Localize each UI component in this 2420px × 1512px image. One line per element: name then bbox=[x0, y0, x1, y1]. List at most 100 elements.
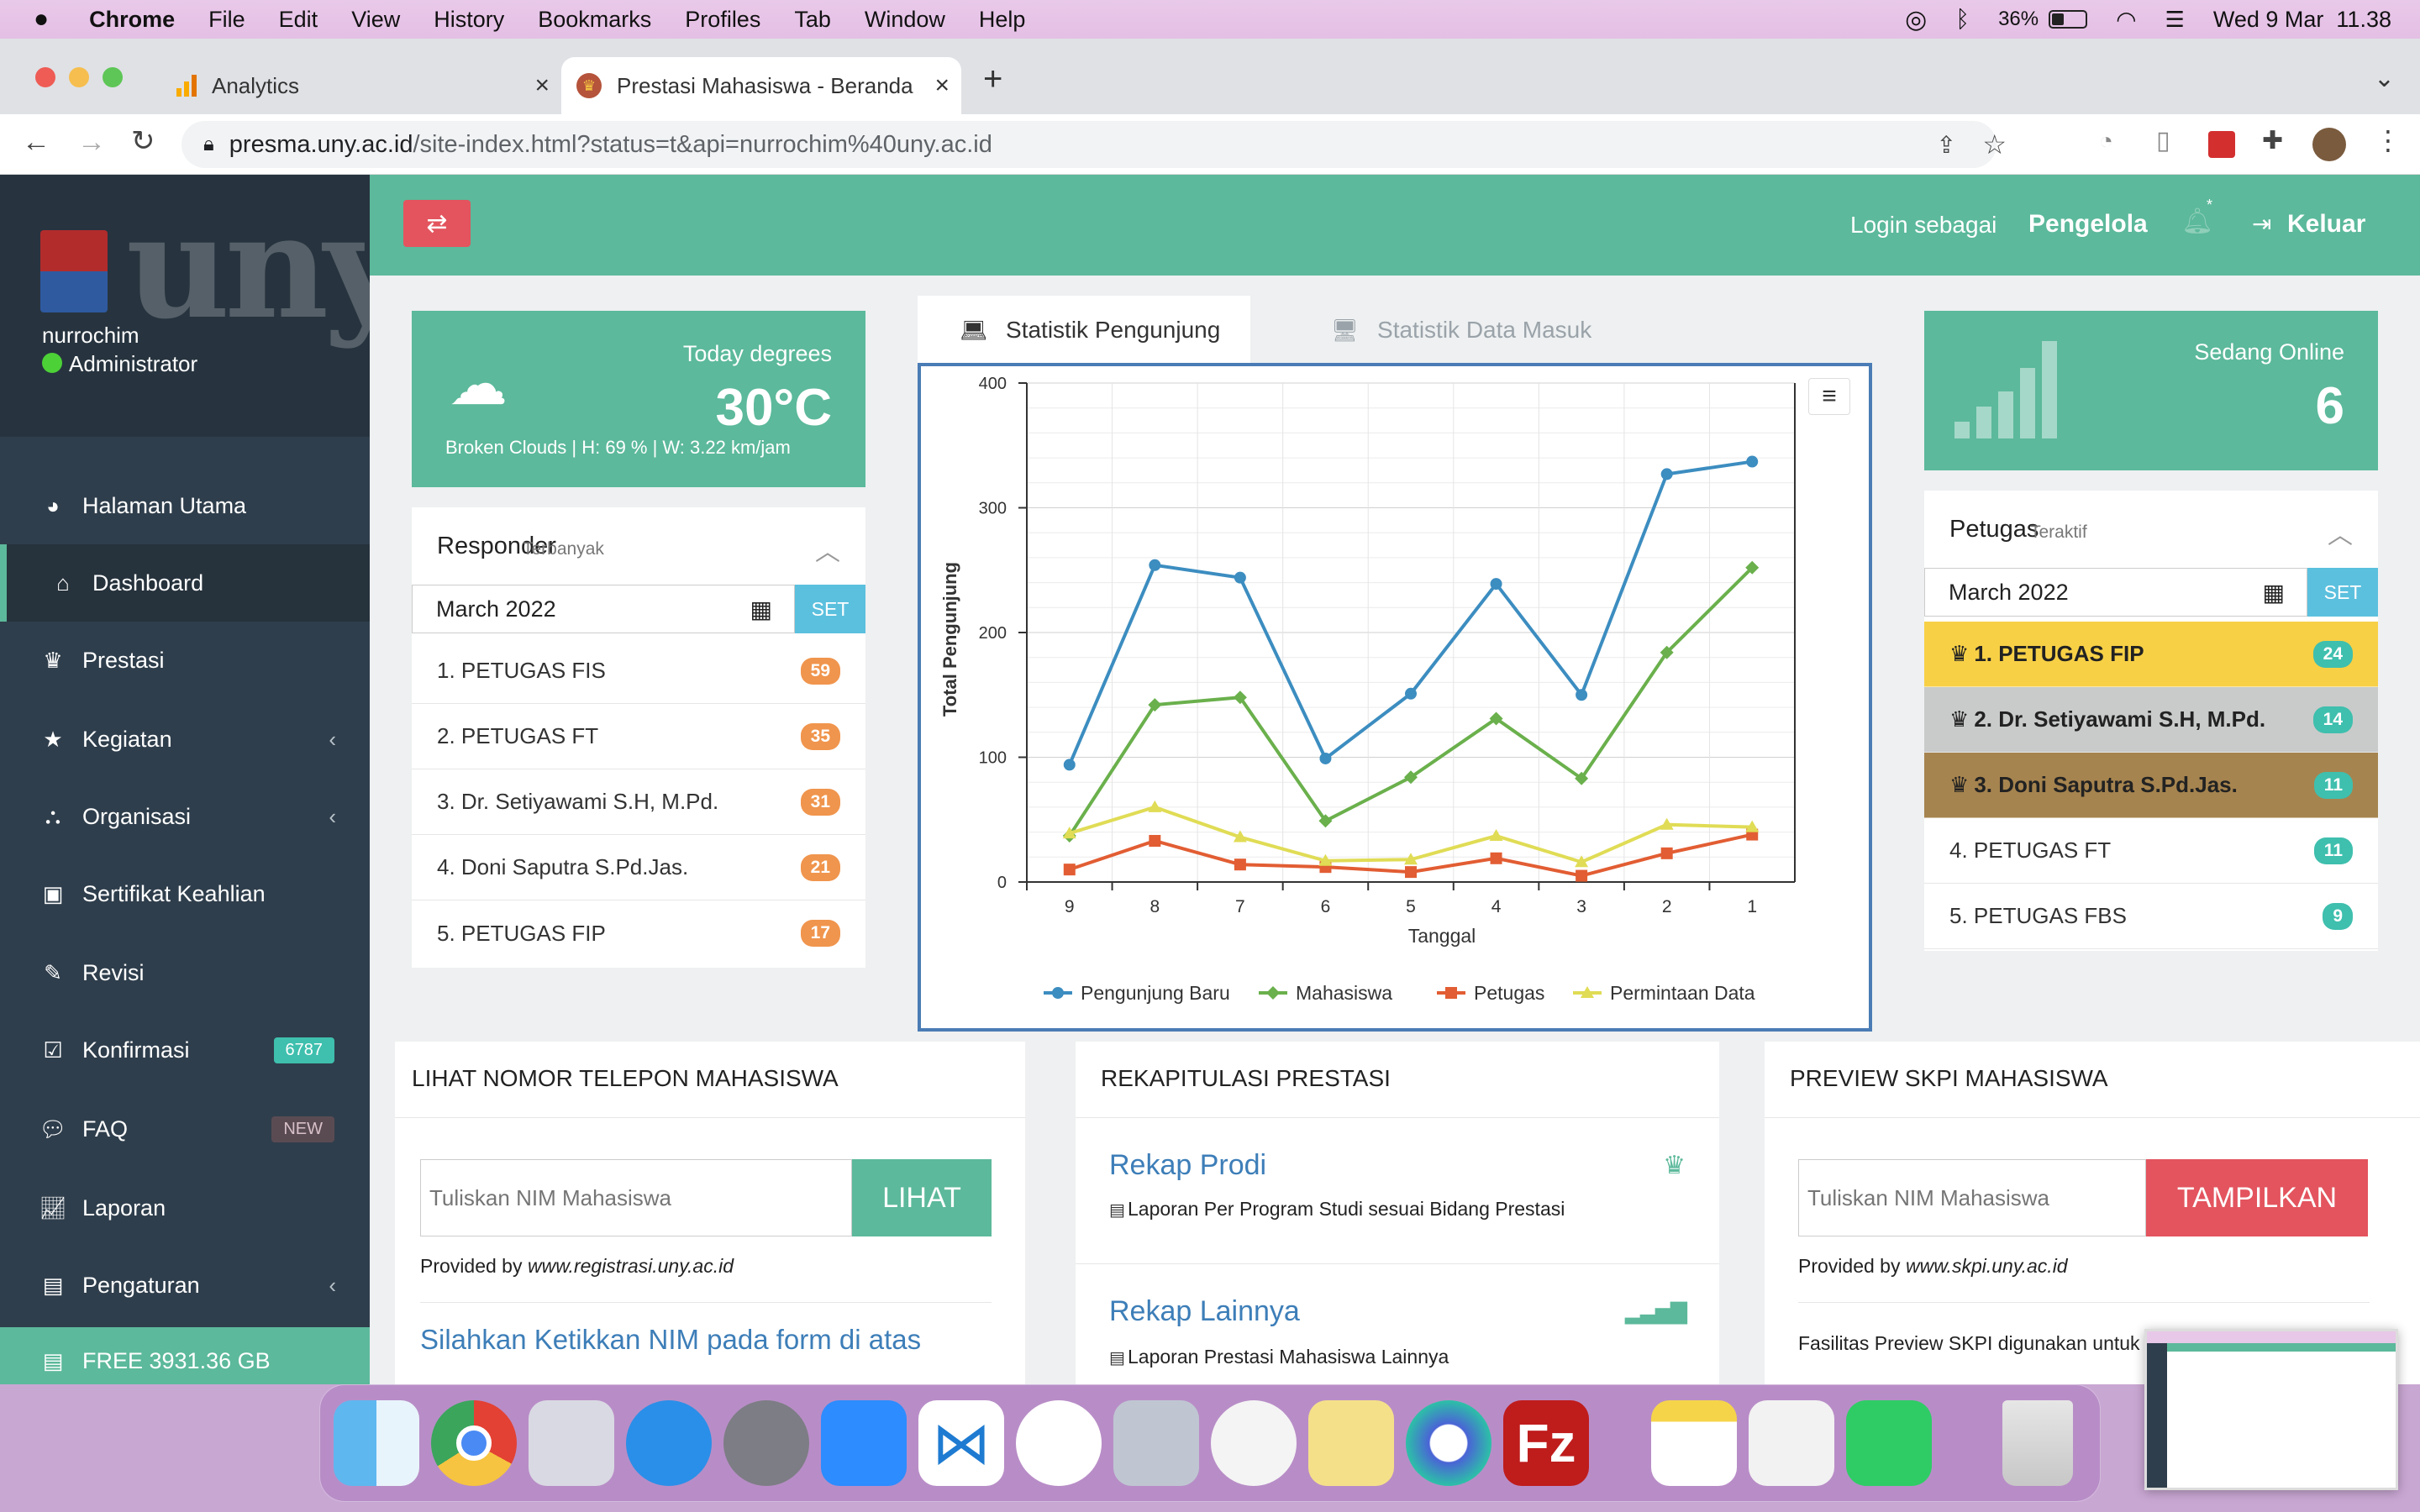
nim-telepon-input[interactable] bbox=[420, 1159, 852, 1236]
battery-icon[interactable] bbox=[2049, 10, 2088, 29]
legend-item[interactable]: Pengunjung Baru bbox=[1044, 982, 1230, 1004]
webcam-icon[interactable] bbox=[1211, 1400, 1297, 1486]
list-item[interactable]: ♛ 3. Doni Saputra S.Pd.Jas. 11 bbox=[1924, 753, 2378, 818]
data-point[interactable] bbox=[1660, 468, 1673, 480]
stickies-icon[interactable] bbox=[1308, 1400, 1394, 1486]
month-picker-input[interactable]: March 2022 ▦ bbox=[412, 585, 795, 633]
sidebar-item-laporan[interactable]: 📈︎ Laporan bbox=[0, 1169, 370, 1247]
month-picker-input[interactable]: March 2022 ▦ bbox=[1924, 568, 2307, 617]
data-point[interactable] bbox=[1660, 847, 1673, 859]
sidebar-toggle-button[interactable]: ⇄ bbox=[403, 200, 471, 247]
legend-item[interactable]: Mahasiswa bbox=[1259, 982, 1392, 1004]
whatsapp-icon[interactable] bbox=[1846, 1400, 1932, 1486]
tab-close-icon[interactable]: × bbox=[534, 71, 550, 100]
user-role-link[interactable]: Pengelola bbox=[2028, 210, 2148, 239]
control-center-icon[interactable]: ☰ bbox=[2165, 7, 2185, 33]
finder-icon[interactable] bbox=[334, 1400, 419, 1486]
window-close-button[interactable] bbox=[35, 67, 55, 87]
window-minimize-button[interactable] bbox=[69, 67, 89, 87]
safari-icon[interactable] bbox=[626, 1400, 712, 1486]
tab-prestasi[interactable]: ♛ Prestasi Mahasiswa - Beranda × bbox=[561, 57, 961, 114]
sidebar-item-organisasi[interactable]: ⛬ Organisasi ‹ bbox=[0, 778, 370, 855]
data-point[interactable] bbox=[1489, 829, 1503, 842]
vscode-icon[interactable]: ⋈ bbox=[918, 1400, 1004, 1486]
data-point[interactable] bbox=[1149, 559, 1161, 571]
address-bar[interactable]: 🔒︎ presma.uny.ac.id/site-index.html?stat… bbox=[182, 121, 2007, 168]
set-month-button[interactable]: SET bbox=[2307, 568, 2378, 617]
rekap-lainnya-link[interactable]: Rekap Lainnya bbox=[1109, 1295, 1300, 1328]
legend-item[interactable]: Petugas bbox=[1437, 982, 1544, 1004]
tab-statistik-pengunjung[interactable]: 💻︎ Statistik Pengunjung bbox=[918, 296, 1250, 365]
extension-red-icon[interactable] bbox=[2208, 131, 2235, 158]
creative-cloud-icon[interactable]: ◎ bbox=[1905, 5, 1927, 34]
list-item[interactable]: 1. PETUGAS FIS 59 bbox=[412, 638, 865, 704]
window-maximize-button[interactable] bbox=[103, 67, 123, 87]
sidebar-item-prestasi[interactable]: ♛ Prestasi bbox=[0, 622, 370, 699]
collapse-chevron-icon[interactable]: ︿ bbox=[815, 531, 840, 568]
extension-spy-icon[interactable]: ◔ bbox=[2099, 128, 2113, 155]
list-item[interactable]: 5. PETUGAS FIP 17 bbox=[412, 900, 865, 966]
sidebar-item-konfirmasi[interactable]: ☑ Konfirmasi 6787 bbox=[0, 1011, 370, 1089]
data-point[interactable] bbox=[1149, 834, 1161, 847]
xcode-instruments-icon[interactable] bbox=[1016, 1400, 1102, 1486]
data-point[interactable] bbox=[1746, 455, 1759, 468]
list-item[interactable]: 5. PETUGAS FBS 9 bbox=[1924, 884, 2378, 949]
bookmark-star-icon[interactable]: ☆ bbox=[1982, 129, 2007, 160]
list-item[interactable]: 4. Doni Saputra S.Pd.Jas. 21 bbox=[412, 835, 865, 900]
menu-app-name[interactable]: Chrome bbox=[89, 7, 175, 33]
data-point[interactable] bbox=[1490, 852, 1502, 864]
menu-file[interactable]: File bbox=[208, 7, 245, 33]
sidebar-item-faq[interactable]: 💬︎ FAQ NEW bbox=[0, 1090, 370, 1168]
calendar-icon[interactable]: ▦ bbox=[750, 596, 772, 623]
provider-link[interactable]: www.skpi.uny.ac.id bbox=[1906, 1255, 2068, 1278]
bluetooth-icon[interactable]: ᛒ bbox=[1955, 6, 1970, 33]
menu-profiles[interactable]: Profiles bbox=[685, 7, 760, 33]
nim-skpi-input[interactable] bbox=[1798, 1159, 2146, 1236]
tab-search-icon[interactable]: ⌄ bbox=[2374, 64, 2395, 93]
sidebar-item-halaman-utama[interactable]: ◕ Halaman Utama bbox=[0, 467, 370, 544]
apple-icon[interactable]: ● bbox=[34, 5, 49, 34]
tampilkan-button[interactable]: TAMPILKAN bbox=[2146, 1159, 2368, 1236]
data-point[interactable] bbox=[1490, 578, 1502, 591]
menu-edit[interactable]: Edit bbox=[279, 7, 318, 33]
utility-gear-icon[interactable] bbox=[1113, 1400, 1199, 1486]
profile-avatar-icon[interactable] bbox=[2312, 128, 2346, 161]
chrome-icon[interactable] bbox=[431, 1400, 517, 1486]
textedit-icon[interactable] bbox=[1749, 1400, 1834, 1486]
tab-close-icon[interactable]: × bbox=[934, 71, 950, 100]
back-icon[interactable]: ← bbox=[22, 126, 50, 159]
data-point[interactable] bbox=[1405, 687, 1417, 700]
list-item[interactable]: ♛ 2. Dr. Setiyawami S.H, M.Pd. 14 bbox=[1924, 687, 2378, 753]
data-point[interactable] bbox=[1319, 752, 1332, 764]
share-icon[interactable]: ⇪ bbox=[1937, 131, 1956, 159]
data-point[interactable] bbox=[1234, 858, 1246, 871]
sidebar-item-revisi[interactable]: ✎ Revisi bbox=[0, 934, 370, 1011]
notes-icon[interactable] bbox=[1651, 1400, 1737, 1486]
wifi-icon[interactable]: ◠ bbox=[2116, 6, 2136, 34]
menu-view[interactable]: View bbox=[351, 7, 400, 33]
sidebar-item-kegiatan[interactable]: ★ Kegiatan ‹ bbox=[0, 701, 370, 778]
calendar-icon[interactable]: ▦ bbox=[2263, 579, 2285, 606]
tab-analytics[interactable]: Analytics × bbox=[165, 57, 560, 114]
device-icon[interactable]: ▯ bbox=[2156, 126, 2170, 155]
set-month-button[interactable]: SET bbox=[795, 585, 865, 633]
logout-link[interactable]: Keluar bbox=[2287, 210, 2365, 239]
list-item[interactable]: 2. PETUGAS FT 35 bbox=[412, 704, 865, 769]
forward-icon[interactable]: → bbox=[77, 126, 106, 159]
data-point[interactable] bbox=[1148, 800, 1162, 812]
zoom-icon[interactable] bbox=[821, 1400, 907, 1486]
menu-clock[interactable]: Wed 9 Mar 11.38 bbox=[2213, 7, 2391, 33]
rekap-prodi-link[interactable]: Rekap Prodi bbox=[1109, 1149, 1266, 1182]
list-item[interactable]: ♛ 1. PETUGAS FIP 24 bbox=[1924, 622, 2378, 687]
sidebar-item-pengaturan[interactable]: ▤ Pengaturan ‹ bbox=[0, 1247, 370, 1324]
menu-window[interactable]: Window bbox=[865, 7, 945, 33]
avatar[interactable] bbox=[40, 230, 108, 312]
data-point[interactable] bbox=[1576, 689, 1588, 701]
logout-icon[interactable]: ⇥ bbox=[2252, 210, 2271, 238]
trash-icon[interactable] bbox=[2002, 1400, 2073, 1486]
data-point[interactable] bbox=[1405, 866, 1417, 879]
reload-icon[interactable]: ↻ bbox=[131, 124, 155, 158]
provider-link[interactable]: www.registrasi.uny.ac.id bbox=[528, 1255, 734, 1278]
menu-tab[interactable]: Tab bbox=[794, 7, 831, 33]
lihat-button[interactable]: LIHAT bbox=[852, 1159, 992, 1236]
